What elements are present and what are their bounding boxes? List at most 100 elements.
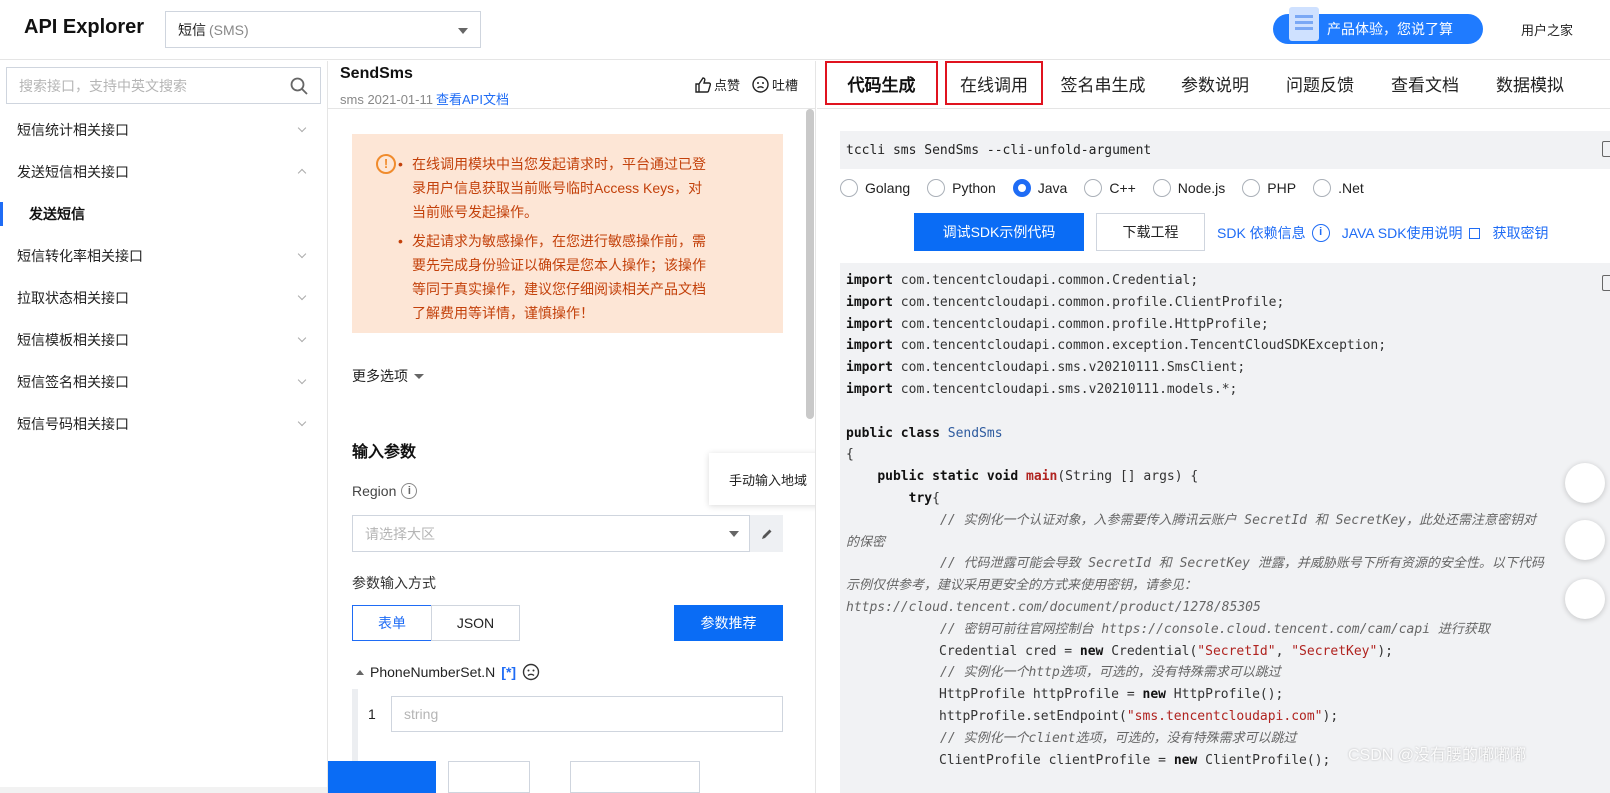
code-line: public static void main(String [] args) … (877, 469, 1199, 485)
caret-down-icon (414, 373, 424, 379)
api-meta: sms 2021-01-11 查看API文档 (340, 89, 509, 108)
more-options-toggle[interactable]: 更多选项 (352, 366, 424, 386)
nav-group-template[interactable]: 短信模板相关接口 (0, 319, 327, 361)
tab-signature[interactable]: 签名串生成 (1055, 61, 1151, 105)
chevron-down-icon (297, 123, 307, 133)
mode-json-tab[interactable]: JSON (431, 605, 520, 641)
nav-group-stats[interactable]: 短信统计相关接口 (0, 109, 327, 151)
radio-checked-icon[interactable] (1012, 179, 1031, 197)
nav-group-status[interactable]: 拉取状态相关接口 (0, 277, 327, 319)
user-menu[interactable]: 用户之家 (1521, 20, 1573, 39)
radio-icon[interactable] (1242, 179, 1261, 197)
warning-box: ! 在线调用模块中当您发起请求时，平台通过已登录用户信息获取当前账号临时Acce… (352, 134, 783, 333)
code-line: { (846, 447, 854, 463)
lang-label: PHP (1267, 180, 1297, 196)
param-header[interactable]: PhoneNumberSet.N [*] (356, 663, 540, 681)
warning-icon: ! (376, 154, 396, 174)
cli-command-text: tccli sms SendSms --cli-unfold-argument (846, 142, 1152, 158)
get-secret-key-link[interactable]: 获取密钥 (1493, 223, 1549, 243)
nav-group-signature[interactable]: 短信签名相关接口 (0, 361, 327, 403)
nav-label: 发送短信相关接口 (17, 164, 129, 180)
copy-icon[interactable] (1602, 275, 1610, 291)
code-panel: 代码生成 在线调用 签名串生成 参数说明 问题反馈 查看文档 数据模拟 tccl… (817, 61, 1610, 793)
tab-bar: 代码生成 在线调用 签名串生成 参数说明 问题反馈 查看文档 数据模拟 (817, 61, 1610, 109)
code-comment: // 代码泄露可能会导致 SecretId 和 SecretKey 泄露，并威胁… (846, 556, 1544, 615)
nav-label: 短信统计相关接口 (17, 122, 129, 138)
nav-group-number[interactable]: 短信号码相关接口 (0, 403, 327, 445)
debug-sdk-button[interactable]: 调试SDK示例代码 (914, 213, 1084, 251)
like-button[interactable]: 点赞 (694, 75, 740, 94)
nav-item-sendsms[interactable]: 发送短信 (0, 193, 327, 235)
lang-java[interactable]: Java (1012, 179, 1067, 197)
edit-region-button[interactable] (750, 515, 783, 552)
floating-action-button[interactable] (1565, 579, 1605, 619)
tab-params[interactable]: 参数说明 (1177, 61, 1253, 105)
code-line: import com.tencentcloudapi.common.except… (846, 338, 1387, 354)
tab-docs[interactable]: 查看文档 (1387, 61, 1463, 105)
sdk-dependency-link[interactable]: SDK 依赖信息 (1217, 223, 1306, 243)
mode-form-tab[interactable]: 表单 (352, 605, 432, 641)
api-name: SendSms (340, 65, 413, 82)
thumbs-up-icon (695, 76, 712, 93)
lang-dotnet[interactable]: .Net (1313, 179, 1364, 197)
chevron-down-icon (297, 333, 307, 343)
lang-nodejs[interactable]: Node.js (1152, 179, 1225, 197)
search-box[interactable] (6, 67, 321, 104)
complain-label: 吐槽 (772, 78, 799, 93)
radio-icon[interactable] (927, 179, 946, 197)
lang-cpp[interactable]: C++ (1084, 179, 1136, 197)
info-icon[interactable]: i (401, 483, 418, 499)
tab-feedback[interactable]: 问题反馈 (1282, 61, 1358, 105)
product-select[interactable]: 短信 (SMS) (165, 11, 481, 48)
radio-icon[interactable] (1084, 179, 1103, 197)
lang-php[interactable]: PHP (1242, 179, 1296, 197)
required-mark: [*] (501, 664, 517, 680)
param-recommend-button[interactable]: 参数推荐 (674, 605, 783, 641)
code-line: httpProfile.setEndpoint("sms.tencentclou… (939, 708, 1339, 724)
phone-number-input[interactable]: string (391, 696, 783, 732)
radio-icon[interactable] (1152, 179, 1171, 197)
java-sdk-guide-link[interactable]: JAVA SDK使用说明 (1342, 223, 1463, 243)
secondary-action-button[interactable] (448, 761, 530, 793)
panel-scrollbar[interactable] (806, 109, 814, 419)
product-name: 短信 (178, 21, 206, 38)
nav-group-conversion[interactable]: 短信转化率相关接口 (0, 235, 327, 277)
info-icon[interactable]: i (1311, 224, 1330, 242)
product-code: (SMS) (209, 21, 249, 38)
region-tooltip: 手动输入地域 (709, 453, 815, 505)
frown-icon[interactable] (522, 663, 540, 681)
section-title: 输入参数 (352, 444, 417, 461)
tab-code-gen[interactable]: 代码生成 (825, 61, 938, 105)
radio-icon[interactable] (840, 179, 858, 197)
tab-mock-data[interactable]: 数据模拟 (1492, 61, 1568, 105)
lang-golang[interactable]: Golang (840, 179, 910, 197)
chevron-down-icon (297, 375, 307, 385)
lang-python[interactable]: Python (927, 179, 996, 197)
collapse-icon[interactable] (356, 669, 364, 675)
language-radio-group: Golang Python Java C++ Node.js PHP .Net (840, 179, 1381, 197)
region-label: Region i (352, 483, 418, 499)
lang-label: Python (952, 180, 996, 196)
chevron-down-icon (458, 28, 468, 34)
primary-action-button[interactable] (328, 761, 436, 793)
api-doc-link[interactable]: 查看API文档 (436, 92, 509, 107)
floating-action-button[interactable] (1565, 463, 1605, 503)
warning-list: 在线调用模块中当您发起请求时，平台通过已登录用户信息获取当前账号临时Access… (398, 152, 773, 325)
tertiary-action-button[interactable] (570, 761, 700, 793)
chevron-down-icon (297, 291, 307, 301)
tab-online-call[interactable]: 在线调用 (945, 61, 1043, 105)
search-input[interactable] (19, 77, 279, 94)
complain-button[interactable]: 吐槽 (752, 75, 798, 94)
download-project-button[interactable]: 下载工程 (1096, 213, 1205, 251)
lang-label: C++ (1109, 180, 1136, 196)
request-panel: SendSms sms 2021-01-11查看API文档 点赞 吐槽 ! 在线… (328, 61, 816, 793)
search-icon[interactable] (290, 77, 308, 95)
survey-button[interactable]: 产品体验，您说了算 (1273, 7, 1483, 44)
code-line: import com.tencentcloudapi.common.profil… (846, 294, 1285, 310)
region-select[interactable]: 请选择大区 (352, 515, 750, 552)
copy-icon[interactable] (1602, 141, 1610, 157)
code-line: import com.tencentcloudapi.common.profil… (846, 316, 1269, 332)
nav-group-send[interactable]: 发送短信相关接口 (0, 151, 327, 193)
floating-action-button[interactable] (1565, 520, 1605, 560)
radio-icon[interactable] (1313, 179, 1332, 197)
